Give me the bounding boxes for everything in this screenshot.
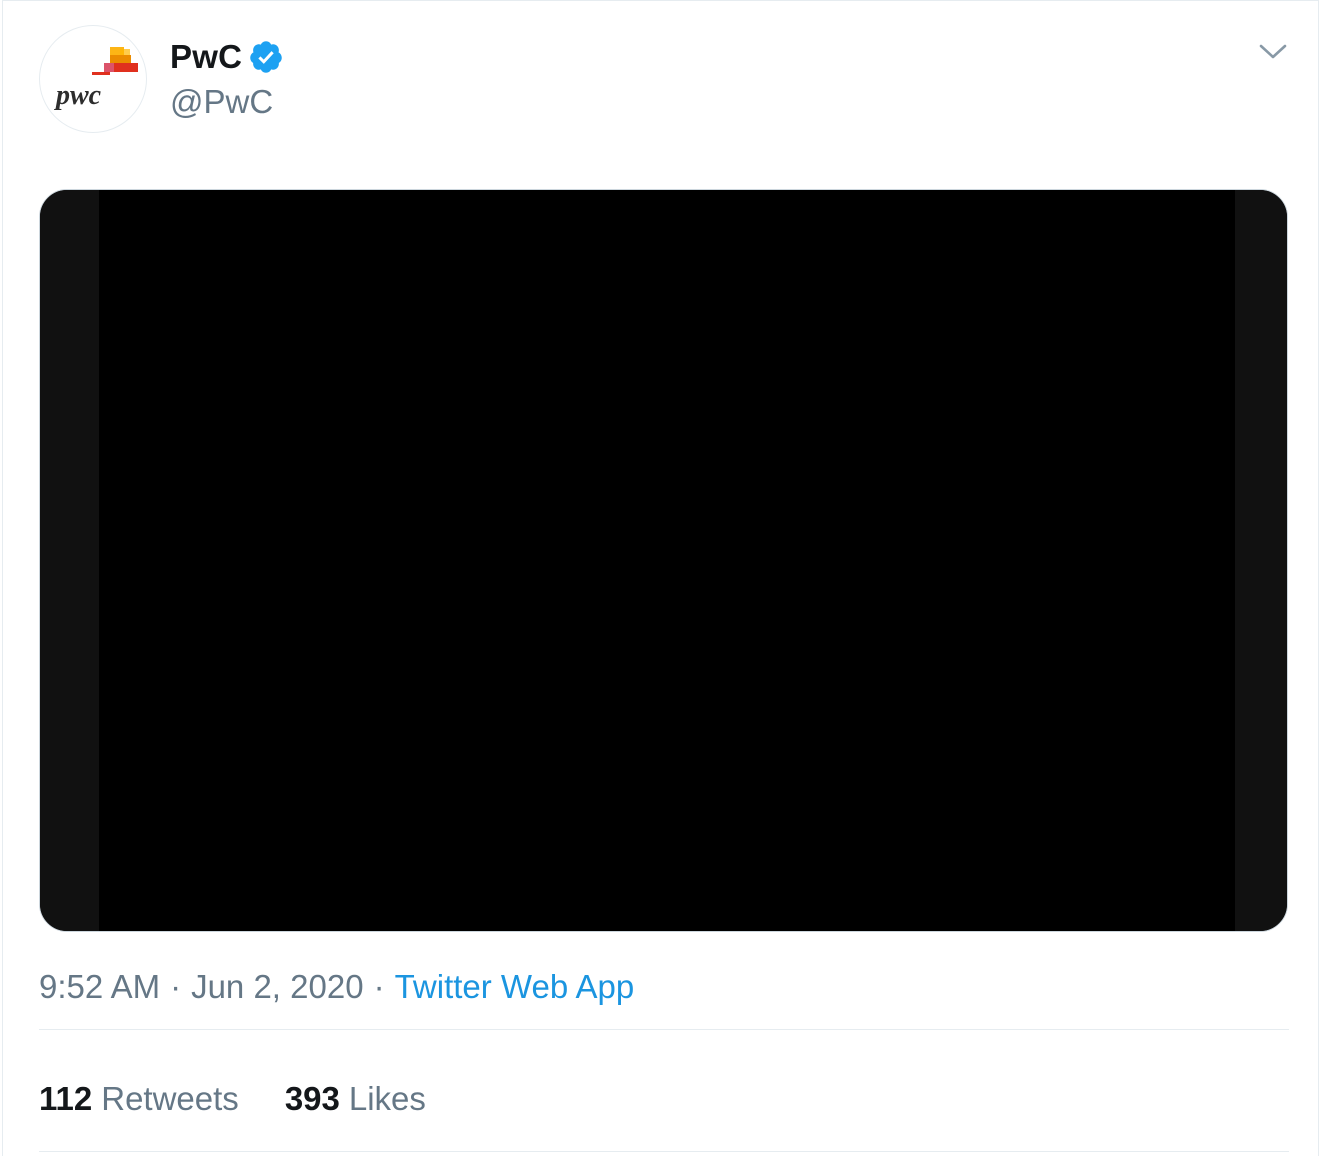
pwc-logo-text: pwc: [54, 80, 102, 111]
retweets-stat[interactable]: 112 Retweets: [39, 1080, 239, 1118]
tweet-card: pwc PwC @PwC 9:52 AM · Jun 2, 2020 · Twi…: [2, 0, 1319, 1156]
meta-separator: ·: [373, 968, 385, 1005]
tweet-meta: 9:52 AM · Jun 2, 2020 · Twitter Web App: [39, 965, 634, 1009]
divider: [39, 1151, 1289, 1152]
video-player[interactable]: [39, 189, 1288, 932]
divider: [39, 1029, 1289, 1030]
likes-count: 393: [284, 1080, 340, 1117]
tweet-source-link[interactable]: Twitter Web App: [395, 968, 635, 1006]
author-name-row[interactable]: PwC: [170, 35, 284, 79]
more-options-button[interactable]: [1253, 37, 1293, 67]
verified-badge-icon: [248, 39, 284, 75]
tweet-time[interactable]: 9:52 AM: [39, 968, 160, 1006]
chevron-down-icon: [1259, 44, 1287, 59]
display-name[interactable]: PwC: [170, 38, 242, 76]
avatar[interactable]: pwc: [39, 25, 147, 133]
retweets-label: Retweets: [101, 1080, 239, 1117]
meta-separator: ·: [170, 968, 182, 1005]
video-pillarbox-left: [40, 190, 99, 931]
tweet-stats: 112 Retweets 393 Likes: [39, 1077, 426, 1121]
retweets-count: 112: [39, 1080, 93, 1117]
tweet-date[interactable]: Jun 2, 2020: [191, 968, 363, 1006]
pwc-logo-icon: pwc: [54, 47, 138, 111]
video-pillarbox-right: [1235, 190, 1287, 931]
author-handle[interactable]: @PwC: [170, 83, 273, 121]
likes-stat[interactable]: 393 Likes: [285, 1080, 426, 1118]
likes-label: Likes: [348, 1080, 426, 1117]
